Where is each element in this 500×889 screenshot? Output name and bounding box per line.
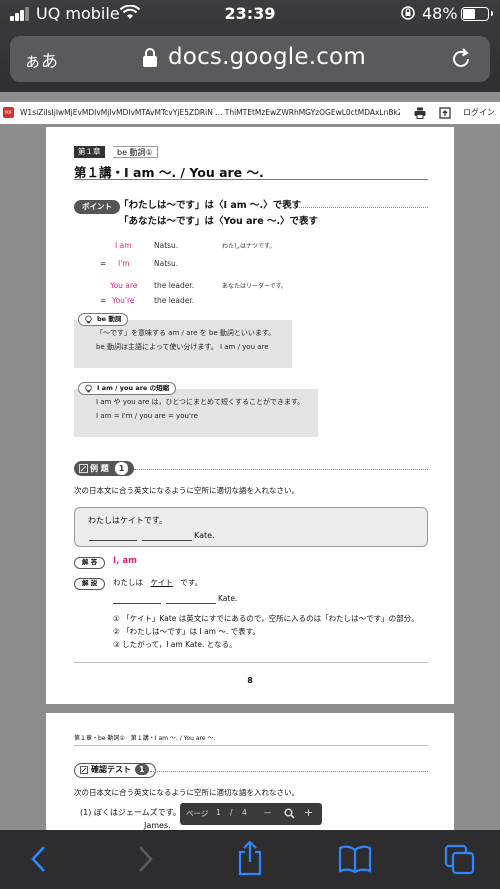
- page-number: 8: [247, 676, 253, 685]
- test-pill: 確認テスト 1: [74, 763, 156, 778]
- zoom-search-icon[interactable]: [284, 808, 295, 819]
- example-pill: 例 題1: [74, 461, 135, 476]
- answer-blank: [89, 540, 137, 541]
- text-size-button[interactable]: ぁあ: [24, 47, 58, 72]
- point-pill: ポイント: [74, 200, 120, 214]
- status-bar: UQ mobile 23:39 48%: [0, 0, 500, 30]
- footer-divider: [74, 662, 428, 663]
- forward-icon[interactable]: [136, 844, 154, 874]
- address-bar[interactable]: ぁあ docs.google.com: [10, 36, 490, 82]
- share-icon[interactable]: [236, 840, 264, 876]
- instruction-text: 次の日本文に合う英文になるように空所に適切な語を入れなさい。: [74, 486, 299, 495]
- answer-blank: [166, 603, 216, 604]
- page-label: ページ: [186, 809, 209, 818]
- dotted-divider: [150, 771, 428, 772]
- lightbulb-icon: [85, 384, 92, 393]
- lock-icon: [143, 48, 157, 67]
- example-row: You are the leader. あなたはリーダーです。: [110, 281, 288, 290]
- title-divider: [74, 179, 428, 180]
- explanation-point: ② 「わたしは〜です」は I am 〜. で表す。: [113, 627, 260, 636]
- dotted-divider: [286, 207, 428, 208]
- explanation-english-tail: Kate.: [218, 594, 238, 603]
- rotation-lock-icon: [401, 6, 415, 20]
- reload-icon[interactable]: [452, 48, 472, 70]
- explanation-point: ① 「ケイト」Kate は英文にすでにあるので，空所に入るのは「わたしは〜です」…: [113, 614, 419, 623]
- answer-pill: 解 答: [74, 557, 106, 569]
- chapter-subtitle: be 動詞①: [113, 146, 158, 158]
- tabs-icon[interactable]: [444, 844, 476, 876]
- battery-icon: [461, 7, 493, 21]
- pdf-file-icon: PDF: [3, 107, 14, 118]
- safari-bottom-toolbar: [0, 830, 500, 889]
- battery-percent: 48%: [422, 4, 458, 23]
- note-box-be-verb: 「〜です」を意味する am / are を be 動詞といいます。 be 動詞は…: [74, 320, 292, 368]
- answer-blank: [142, 540, 192, 541]
- dotted-divider: [134, 469, 428, 470]
- explanation-pill: 解 説: [74, 578, 106, 590]
- current-page[interactable]: 1: [216, 808, 221, 817]
- pdf-page-control[interactable]: ページ 1 / 4 — +: [180, 803, 322, 825]
- explanation-japanese: わたしは ケイト です。: [113, 578, 203, 587]
- explanation-point: ③ したがって，I am Kate. となる。: [113, 640, 237, 649]
- pdf-file-name: W1siZiIsIjIwMjEvMDIvMjIvMDIvMTAvMTcvYjE5…: [20, 108, 400, 117]
- chapter-tag: 第１章: [74, 146, 105, 158]
- header-divider: [74, 745, 428, 746]
- running-header: 第１章・be 動詞① 第１講・I am 〜. / You are 〜.: [74, 735, 216, 742]
- total-pages: 4: [242, 808, 247, 817]
- back-icon[interactable]: [30, 844, 48, 874]
- open-external-icon[interactable]: [439, 107, 451, 119]
- bookmarks-icon[interactable]: [338, 844, 372, 874]
- test-question-1: (1) ぼくはジェームズです。: [80, 808, 181, 817]
- point-line-2: 「あなたは〜です」は〈You are 〜.〉で表す: [119, 216, 319, 227]
- test-question-1-tail: James.: [144, 821, 171, 830]
- question-japanese: わたしはケイトです。: [88, 516, 168, 525]
- note-text: 「〜です」を意味する am / are を be 動詞といいます。: [96, 329, 276, 337]
- pencil-icon: [79, 464, 88, 473]
- question-box: わたしはケイトです。 Kate.: [74, 507, 428, 547]
- web-content[interactable]: PDF W1siZiIsIjIwMjEvMDIvMjIvMDIvMTAvMTcv…: [0, 92, 500, 830]
- instruction-text: 次の日本文に合う英文になるように空所に適切な語を入れなさい。: [74, 788, 299, 797]
- note-text: I am や you are は，ひとつにまとめて短くすることができます。: [96, 398, 305, 406]
- note-text: be 動詞は主語によって使い分けます。 I am / you are: [96, 343, 269, 351]
- login-link[interactable]: ログイン: [463, 107, 495, 118]
- url-text[interactable]: docs.google.com: [168, 44, 366, 70]
- pdf-viewer-toolbar: PDF W1siZiIsIjIwMjEvMDIvMjIvMDIvMTAvMTcv…: [0, 102, 500, 124]
- answer-text: I, am: [113, 556, 137, 566]
- answer-blank: [113, 603, 161, 604]
- note-heading: I am / you are の短縮: [78, 382, 177, 395]
- safari-top-chrome: UQ mobile 23:39 48% ぁあ docs.google.com: [0, 0, 500, 92]
- zoom-in-button[interactable]: +: [304, 806, 313, 819]
- pencil-icon: [80, 766, 88, 774]
- example-row: I am Natsu. わたしはナツです。: [115, 241, 276, 250]
- point-line-1: 「わたしは〜です」は〈I am 〜.〉で表す: [119, 200, 302, 211]
- example-row: = You're the leader.: [100, 296, 195, 305]
- example-row: = I'm Natsu.: [100, 259, 179, 268]
- pdf-page-1: 第１章 be 動詞① 第１講・I am 〜. / You are 〜. ポイント…: [46, 127, 454, 704]
- note-text: I am = I'm / you are = you're: [96, 412, 198, 420]
- note-heading: be 動詞: [78, 313, 129, 326]
- print-icon[interactable]: [414, 107, 426, 119]
- lightbulb-icon: [85, 315, 92, 324]
- zoom-out-button[interactable]: —: [264, 808, 272, 817]
- page-separator: /: [230, 808, 233, 817]
- note-box-contraction: I am や you are は，ひとつにまとめて短くすることができます。 I …: [74, 389, 318, 437]
- question-english-tail: Kate.: [194, 531, 215, 540]
